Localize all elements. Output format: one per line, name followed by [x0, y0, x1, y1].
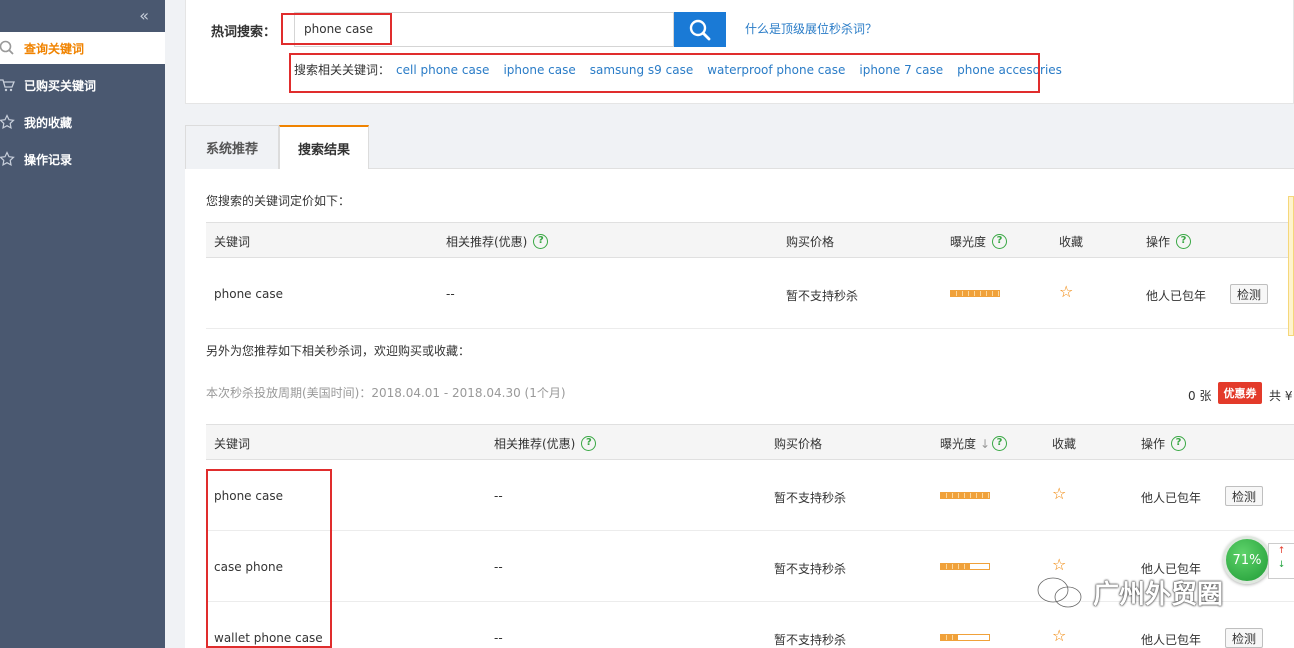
- search-label: 热词搜索：: [211, 25, 277, 40]
- table-row: phone case -- 暂不支持秒杀 ☆ 他人已包年 检测: [206, 460, 1294, 531]
- help-icon[interactable]: ?: [992, 436, 1008, 451]
- help-icon[interactable]: ?: [1176, 234, 1192, 249]
- help-icon[interactable]: ?: [581, 436, 597, 451]
- exposure-bar: [940, 563, 990, 570]
- recommend-intro: 另外为您推荐如下相关秒杀词，欢迎购买或收藏：: [206, 344, 471, 358]
- star-icon: [0, 151, 15, 167]
- check-button[interactable]: 检测: [1225, 628, 1263, 648]
- search-button[interactable]: [674, 12, 726, 47]
- status-cell: 他人已包年: [1141, 633, 1202, 647]
- exposure-fill: [951, 291, 999, 296]
- sidebar-item-label: 操作记录: [24, 152, 73, 167]
- column-header: 关键词: [214, 437, 251, 451]
- help-icon[interactable]: ?: [1171, 436, 1187, 451]
- highlight-box: [289, 53, 1040, 93]
- column-header: 购买价格: [786, 235, 835, 249]
- column-header: 关键词: [214, 235, 251, 249]
- price-cell: 暂不支持秒杀: [786, 289, 859, 303]
- column-header: 相关推荐(优惠)?: [446, 233, 549, 250]
- sidebar-item-label: 已购买关键词: [24, 78, 97, 93]
- keyword-cell: phone case: [214, 287, 283, 301]
- arrow-up-icon: ↑: [1277, 546, 1286, 556]
- sidebar-item-search-keywords[interactable]: 查询关键词: [0, 32, 165, 64]
- column-label: 曝光度: [940, 437, 977, 451]
- coupon-count: 0 张: [1188, 389, 1212, 403]
- sidebar-item-favorites[interactable]: 我的收藏: [0, 106, 165, 138]
- coupon-badge[interactable]: 优惠券: [1218, 382, 1262, 404]
- column-header: 收藏: [1059, 235, 1084, 249]
- column-header: 操作?: [1141, 435, 1187, 452]
- column-label: 操作: [1146, 235, 1171, 249]
- sidebar-item-label: 查询关键词: [24, 41, 85, 56]
- tab-system-recommend[interactable]: 系统推荐: [185, 125, 279, 169]
- table-header: 关键词 相关推荐(优惠)? 购买价格 曝光度? 收藏 操作?: [206, 222, 1294, 258]
- upload-download-arrows: ↑ ↓: [1268, 543, 1294, 579]
- arrow-down-icon: ↓: [1277, 560, 1286, 570]
- progress-widget[interactable]: 71%: [1223, 536, 1271, 584]
- column-label: 曝光度: [950, 235, 987, 249]
- sidebar-item-history[interactable]: 操作记录: [0, 143, 165, 175]
- column-header: 曝光度 ↓?: [940, 435, 1008, 452]
- related-cell: --: [494, 560, 503, 574]
- tab-search-results[interactable]: 搜索结果: [279, 125, 369, 170]
- star-icon: [0, 114, 15, 130]
- check-button[interactable]: 检测: [1230, 284, 1268, 304]
- table-header: 关键词 相关推荐(优惠)? 购买价格 曝光度 ↓? 收藏 操作?: [206, 424, 1294, 460]
- help-icon[interactable]: ?: [992, 234, 1008, 249]
- related-cell: --: [446, 287, 455, 301]
- help-link[interactable]: 什么是顶级展位秒杀词？: [745, 20, 877, 37]
- favorite-star-icon[interactable]: ☆: [1059, 282, 1073, 301]
- search-icon: [689, 19, 711, 40]
- check-button[interactable]: 检测: [1225, 486, 1263, 506]
- column-header: 相关推荐(优惠)?: [494, 435, 597, 452]
- related-cell: --: [494, 489, 503, 503]
- price-cell: 暂不支持秒杀: [774, 633, 847, 647]
- column-label: 相关推荐(优惠): [494, 437, 576, 451]
- watermark: 广州外贸圈: [1035, 574, 1223, 611]
- status-cell: 他人已包年: [1141, 491, 1202, 505]
- campaign-period: 本次秒杀投放周期(美国时间)：2018.04.01 - 2018.04.30 (…: [206, 386, 566, 400]
- tab-bar: 系统推荐 搜索结果: [185, 125, 1294, 170]
- search-icon: [0, 40, 14, 55]
- double-chevron-left-icon[interactable]: «: [139, 6, 149, 25]
- highlight-box: [206, 469, 332, 648]
- exposure-bar: [950, 290, 1000, 297]
- favorite-star-icon[interactable]: ☆: [1052, 484, 1066, 503]
- column-header: 收藏: [1052, 437, 1077, 451]
- table-row: phone case -- 暂不支持秒杀 ☆ 他人已包年 检测: [206, 258, 1294, 329]
- related-cell: --: [494, 631, 503, 645]
- favorite-star-icon[interactable]: ☆: [1052, 626, 1066, 645]
- help-icon[interactable]: ?: [533, 234, 549, 249]
- side-panel-edge: [1288, 196, 1294, 336]
- cart-icon: [0, 79, 15, 92]
- exposure-fill: [941, 635, 958, 640]
- price-cell: 暂不支持秒杀: [774, 491, 847, 505]
- sidebar: « 查询关键词 已购买关键词 我的收藏 操作记录: [0, 0, 165, 648]
- column-header: 曝光度?: [950, 233, 1008, 250]
- column-header: 操作?: [1146, 233, 1192, 250]
- total-price: 共 ¥: [1269, 389, 1293, 403]
- highlight-box: [281, 13, 392, 45]
- exposure-fill: [941, 493, 989, 498]
- column-label: 相关推荐(优惠): [446, 235, 528, 249]
- column-header: 购买价格: [774, 437, 823, 451]
- wechat-icon: [1036, 576, 1083, 608]
- exposure-fill: [941, 564, 970, 569]
- favorite-star-icon[interactable]: ☆: [1052, 555, 1066, 574]
- status-cell: 他人已包年: [1146, 289, 1207, 303]
- sidebar-item-purchased-keywords[interactable]: 已购买关键词: [0, 69, 165, 101]
- pricing-intro: 您搜索的关键词定价如下：: [206, 194, 351, 208]
- column-label: 操作: [1141, 437, 1166, 451]
- sidebar-item-label: 我的收藏: [24, 115, 73, 130]
- exposure-bar: [940, 634, 990, 641]
- price-cell: 暂不支持秒杀: [774, 562, 847, 576]
- sort-down-icon[interactable]: ↓: [980, 437, 990, 451]
- exposure-bar: [940, 492, 990, 499]
- watermark-text: 广州外贸圈: [1093, 580, 1224, 610]
